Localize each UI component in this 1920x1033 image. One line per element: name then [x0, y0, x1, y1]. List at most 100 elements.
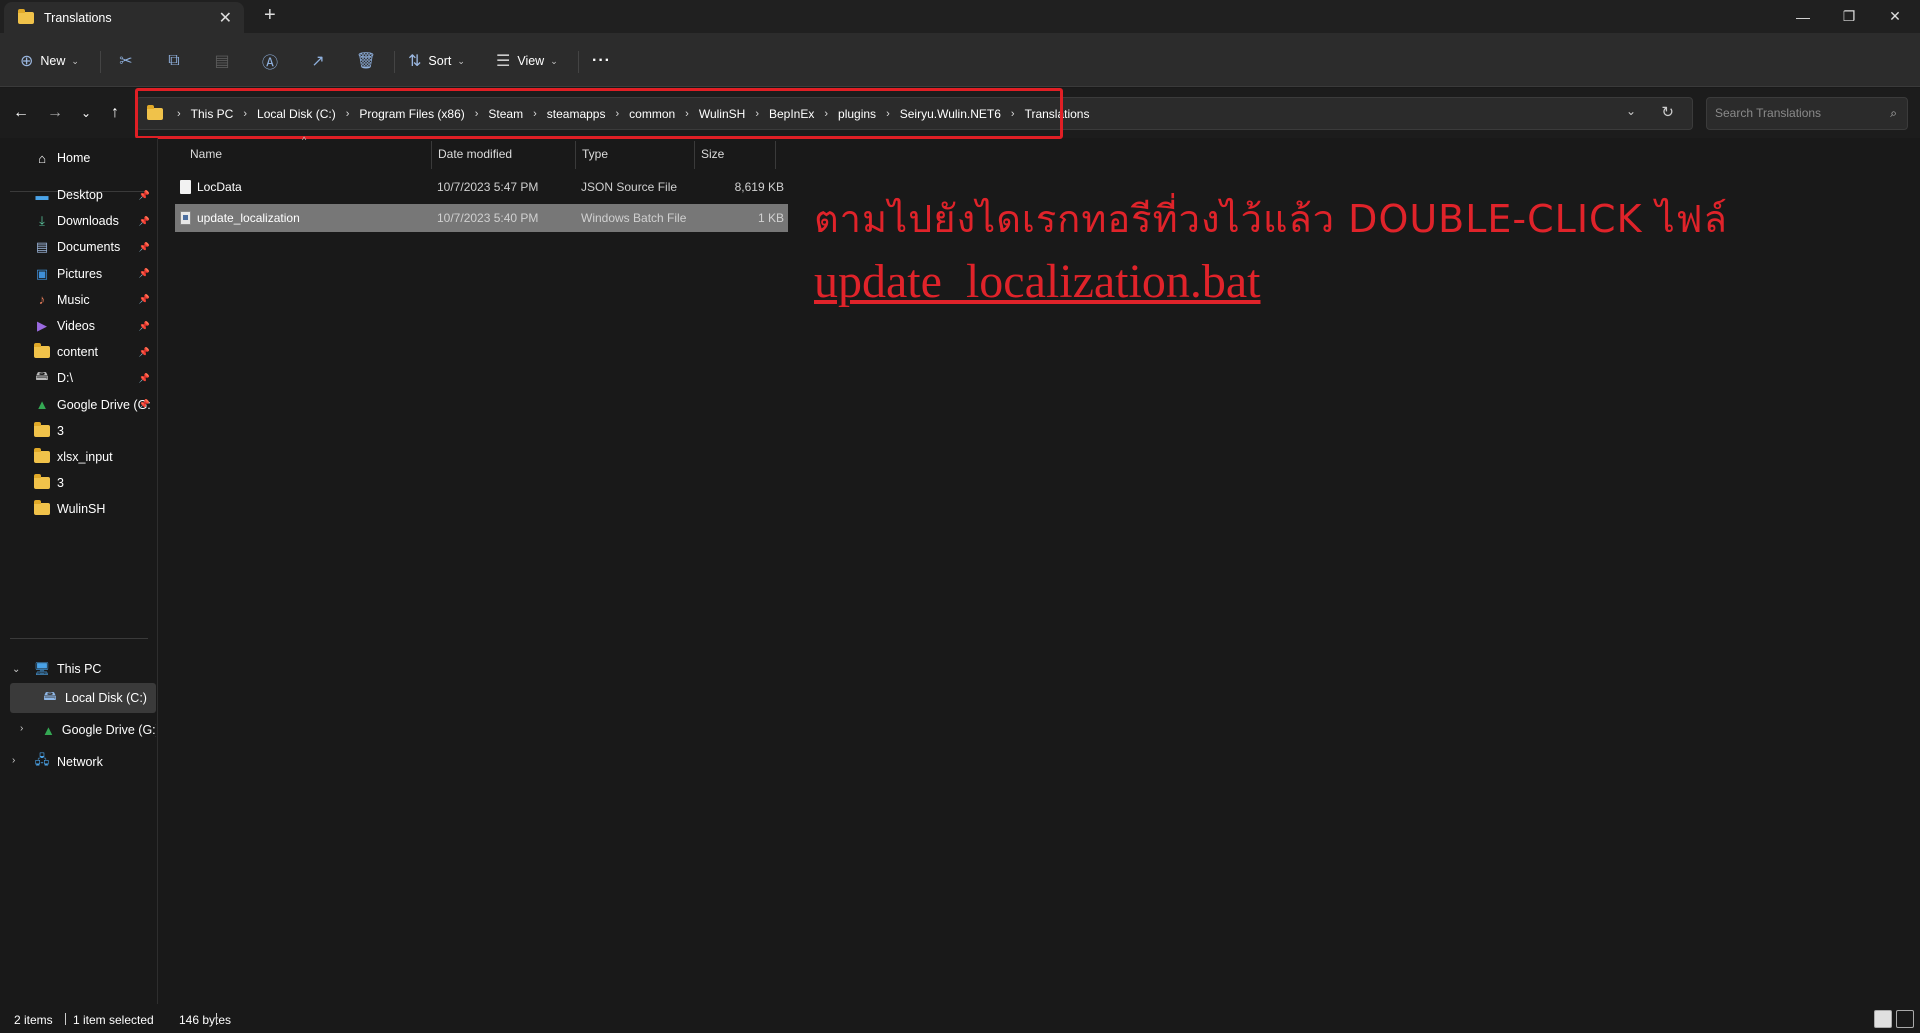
breadcrumb-item[interactable]: BepInEx: [765, 107, 818, 121]
breadcrumb-item[interactable]: This PC: [187, 107, 238, 121]
tiles-view-icon[interactable]: [1896, 1010, 1914, 1028]
search-box[interactable]: ⌕: [1706, 97, 1908, 130]
sidebar-item-label: Desktop: [57, 188, 103, 202]
minimize-button[interactable]: —: [1780, 0, 1826, 33]
recent-locations-chevron-icon[interactable]: ⌄: [75, 102, 97, 124]
maximize-button[interactable]: ❐: [1826, 0, 1872, 33]
breadcrumb-chevron-icon[interactable]: ›: [1005, 108, 1021, 120]
sidebar-item-label: Downloads: [57, 214, 119, 229]
sidebar-item-wulinsh[interactable]: WulinSH: [0, 494, 156, 524]
google-drive-icon: ▲: [35, 397, 49, 413]
sidebar-item-network[interactable]: 🖧 Network: [0, 747, 156, 777]
folder-icon: [34, 500, 50, 516]
new-button[interactable]: ⊕ New ⌄: [20, 45, 79, 77]
pictures-icon: ▣: [35, 265, 49, 281]
up-arrow-icon[interactable]: ↑: [104, 102, 126, 124]
breadcrumb-item[interactable]: Local Disk (C:): [253, 107, 340, 121]
search-input[interactable]: [1715, 106, 1875, 120]
column-divider[interactable]: [575, 141, 576, 169]
drive-icon: 🖴: [35, 368, 49, 384]
breadcrumb-chevron-icon[interactable]: ›: [340, 108, 356, 120]
google-drive-icon: ▲: [42, 722, 55, 738]
desktop-icon: ▬: [35, 187, 49, 203]
more-options-button[interactable]: ···: [592, 45, 611, 77]
sidebar-item-label: Pictures: [57, 266, 103, 281]
breadcrumb-item[interactable]: plugins: [834, 107, 880, 121]
paste-icon[interactable]: ▤: [210, 49, 234, 73]
pin-icon: 📌: [138, 346, 150, 357]
column-header-type[interactable]: Type: [582, 138, 608, 170]
plus-circle-icon: ⊕: [20, 53, 34, 70]
sort-ascending-icon: ^: [302, 135, 307, 145]
breadcrumb-item[interactable]: Seiryu.Wulin.NET6: [896, 107, 1005, 121]
column-header-name[interactable]: Name: [190, 138, 222, 170]
folder-icon: [34, 448, 50, 463]
folder-icon: [34, 474, 50, 490]
documents-icon: ▤: [35, 239, 49, 255]
breadcrumb-chevron-icon[interactable]: ›: [527, 108, 543, 120]
sidebar-item-label: Google Drive (G:): [61, 723, 156, 737]
view-button[interactable]: ☰ View ⌄: [496, 45, 558, 77]
breadcrumb-item[interactable]: common: [625, 107, 679, 121]
file-size: 8,619 KB: [734, 180, 784, 194]
sidebar-item-home[interactable]: ⌂ Home: [0, 143, 156, 173]
sidebar-item-label: Local Disk (C:): [65, 691, 147, 705]
breadcrumb-item[interactable]: Program Files (x86): [355, 107, 468, 121]
breadcrumb-item[interactable]: Steam: [484, 107, 527, 121]
pin-icon: 📌: [138, 189, 150, 200]
column-header-date[interactable]: Date modified: [438, 138, 512, 170]
toolbar-divider: [578, 51, 579, 73]
column-divider[interactable]: [431, 141, 432, 169]
breadcrumb-chevron-icon[interactable]: ›: [609, 108, 625, 120]
sidebar-item-google-drive[interactable]: ▲ Google Drive (G:): [0, 715, 156, 745]
column-header-size[interactable]: Size: [701, 138, 724, 170]
breadcrumb-chevron-icon[interactable]: ›: [880, 108, 896, 120]
file-row[interactable]: LocData 10/7/2023 5:47 PM JSON Source Fi…: [175, 173, 788, 201]
breadcrumb-chevron-icon[interactable]: ›: [818, 108, 834, 120]
command-bar: ⊕ New ⌄ ✂ ⧉ ▤ Ⓐ ↗ 🗑 ⇅ Sort ⌄ ☰ View ⌄ ··…: [0, 33, 1920, 87]
search-icon: ⌕: [1890, 106, 1897, 120]
address-dropdown-icon[interactable]: ⌄: [1626, 104, 1636, 118]
forward-arrow-icon[interactable]: →: [44, 102, 66, 124]
address-bar[interactable]: › This PC › Local Disk (C:) › Program Files …: [136, 97, 1693, 130]
details-view-icon[interactable]: [1874, 1010, 1892, 1028]
downloads-icon: ⤓: [39, 213, 45, 229]
sidebar-item-local-disk[interactable]: 🖴 Local Disk (C:): [10, 683, 156, 713]
annotation-filename: update_localization.bat: [814, 255, 1261, 308]
column-divider[interactable]: [775, 141, 776, 169]
breadcrumb-item[interactable]: WulinSH: [695, 107, 749, 121]
file-size: 1 KB: [757, 211, 784, 225]
pin-icon: 📌: [138, 215, 150, 226]
folder-icon: [18, 8, 34, 24]
breadcrumb-item[interactable]: Translations: [1021, 107, 1094, 121]
delete-icon[interactable]: 🗑: [354, 49, 378, 73]
tab-translations[interactable]: Translations ✕: [4, 2, 244, 33]
new-tab-button[interactable]: +: [264, 4, 276, 27]
sidebar-item-this-pc[interactable]: 🖥 This PC: [0, 654, 156, 684]
batch-file-icon: [180, 211, 191, 225]
pin-icon: 📌: [138, 399, 150, 410]
copy-icon[interactable]: ⧉: [162, 49, 186, 73]
toolbar-divider: [100, 51, 101, 73]
breadcrumb-chevron-icon[interactable]: ›: [237, 108, 253, 120]
folder-icon: [34, 343, 50, 359]
sidebar-item-label: Network: [57, 755, 103, 769]
sort-button[interactable]: ⇅ Sort ⌄: [408, 45, 465, 77]
rename-icon[interactable]: Ⓐ: [258, 49, 282, 73]
refresh-icon[interactable]: ↻: [1661, 103, 1674, 121]
cut-icon[interactable]: ✂: [114, 49, 138, 73]
tab-close-button[interactable]: ✕: [219, 8, 232, 28]
breadcrumb-item[interactable]: steamapps: [543, 107, 610, 121]
file-row[interactable]: update_localization 10/7/2023 5:40 PM Wi…: [175, 204, 788, 232]
column-divider[interactable]: [694, 141, 695, 169]
back-arrow-icon[interactable]: ←: [10, 102, 32, 124]
breadcrumb-chevron-icon[interactable]: ›: [679, 108, 695, 120]
share-icon[interactable]: ↗: [306, 49, 330, 73]
sidebar-item-label: Documents: [57, 240, 121, 255]
breadcrumb-chevron-icon[interactable]: ›: [469, 108, 485, 120]
file-type: Windows Batch File: [581, 211, 687, 225]
file-type: JSON Source File: [581, 180, 678, 194]
close-window-button[interactable]: ✕: [1872, 0, 1918, 33]
sort-icon: ⇅: [408, 53, 422, 70]
breadcrumb-chevron-icon[interactable]: ›: [749, 108, 765, 120]
